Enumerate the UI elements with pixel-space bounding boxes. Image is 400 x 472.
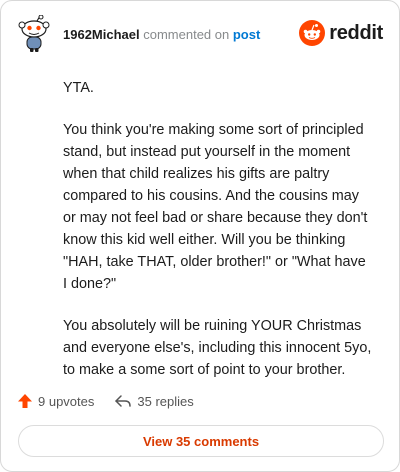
comment-card: 1962Michael commented on post reddit YTA…: [0, 0, 400, 472]
view-comments-button[interactable]: View 35 comments: [18, 425, 384, 457]
comment-body: YTA. You think you're making some sort o…: [63, 77, 373, 401]
upvote-stat[interactable]: 9 upvotes: [17, 393, 94, 409]
reply-arrow-icon: [115, 395, 132, 407]
comment-stats: 9 upvotes 35 replies: [17, 389, 194, 413]
comment-paragraph: YTA.: [63, 80, 94, 96]
reddit-brand[interactable]: reddit: [299, 19, 383, 47]
upvote-arrow-icon: [18, 394, 32, 408]
brand-name: reddit: [329, 21, 383, 44]
author-name[interactable]: 1962Michael: [63, 27, 140, 42]
reddit-logo-icon: [299, 20, 326, 46]
comment-paragraph: You think you're making some sort of pri…: [63, 122, 368, 292]
reply-stat[interactable]: 35 replies: [114, 393, 194, 409]
post-link[interactable]: post: [233, 27, 260, 42]
snoo-avatar-icon: [18, 14, 50, 52]
user-avatar[interactable]: [17, 14, 51, 53]
comment-header: 1962Michael commented on post reddit: [17, 14, 383, 55]
action-text: commented on: [143, 27, 230, 42]
reply-count: 35 replies: [137, 393, 194, 409]
upvote-count: 9 upvotes: [38, 393, 95, 409]
comment-meta: 1962Michael commented on post: [63, 27, 260, 43]
comment-paragraph: You absolutely will be ruining YOUR Chri…: [63, 318, 372, 378]
